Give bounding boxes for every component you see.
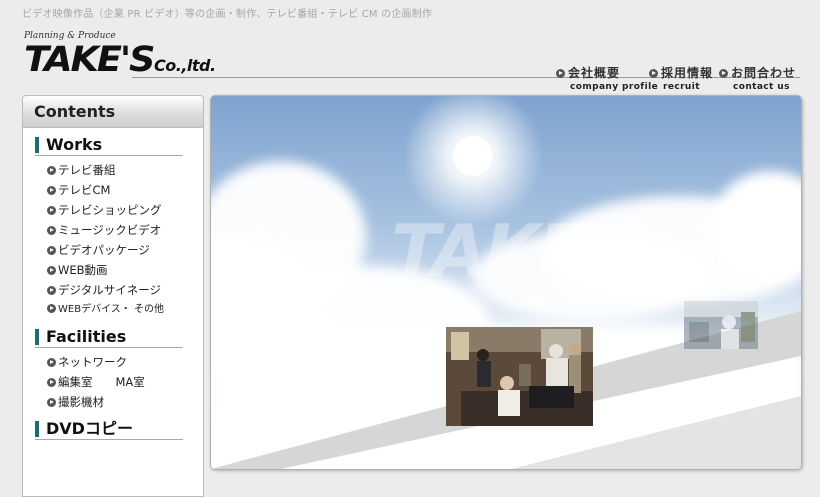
item-label: ミュージックビデオ: [58, 223, 162, 237]
arrow-bullet-icon: [47, 358, 56, 367]
arrow-bullet-icon: [47, 206, 56, 215]
item-label: テレビショッピング: [58, 203, 162, 217]
nav-label-en: recruit: [663, 82, 700, 92]
section-title[interactable]: Facilities: [35, 328, 183, 348]
arrow-bullet-icon: [649, 69, 658, 78]
section-facilities: Facilities ネットワーク 編集室 MA室 撮影機材: [23, 328, 203, 412]
section-works: Works テレビ番組 テレビCM テレビショッピング ミュージックビデオ ビデ…: [23, 136, 203, 320]
sidebar-item-tv-program[interactable]: テレビ番組: [47, 160, 203, 180]
nav-label-en: company profile: [570, 82, 659, 92]
sidebar: Contents Works テレビ番組 テレビCM テレビショッピング ミュー…: [22, 95, 204, 497]
sidebar-item-digital-signage[interactable]: デジタルサイネージ: [47, 280, 203, 300]
top-nav: 会社概要 company profile 採用情報 recruit お問合わせ …: [553, 64, 813, 92]
nav-label-en: contact us: [733, 82, 790, 92]
arrow-bullet-icon: [47, 186, 56, 195]
section-marker: [35, 421, 39, 437]
section-dvd-copy: DVDコピー: [23, 420, 203, 440]
hero-watermark-co: Co.,ltd.: [641, 249, 764, 284]
logo-wordmark: TAKE'S: [24, 40, 155, 80]
arrow-bullet-icon: [47, 246, 56, 255]
section-marker: [35, 137, 39, 153]
item-label: WEB動画: [58, 263, 108, 277]
item-label: ビデオパッケージ: [58, 243, 150, 257]
sidebar-heading: Contents: [23, 96, 203, 128]
sidebar-item-editing-ma-room[interactable]: 編集室 MA室: [47, 372, 203, 392]
nav-recruit[interactable]: 採用情報 recruit: [649, 64, 713, 92]
sidebar-item-network[interactable]: ネットワーク: [47, 352, 203, 372]
item-label: ネットワーク: [58, 355, 127, 369]
section-title[interactable]: DVDコピー: [35, 420, 183, 440]
arrow-bullet-icon: [47, 166, 56, 175]
arrow-bullet-icon: [47, 226, 56, 235]
item-label: テレビ番組: [58, 163, 116, 177]
sidebar-item-filming-equipment[interactable]: 撮影機材: [47, 392, 203, 412]
hero-image: TAKE'S Co.,ltd.: [210, 95, 802, 470]
arrow-bullet-icon: [719, 69, 728, 78]
arrow-bullet-icon: [556, 69, 565, 78]
section-title-text: Works: [46, 135, 103, 154]
section-marker: [35, 329, 39, 345]
sidebar-item-tv-cm[interactable]: テレビCM: [47, 180, 203, 200]
nav-company-profile[interactable]: 会社概要 company profile: [556, 64, 658, 92]
nav-label-jp: 採用情報: [661, 66, 714, 80]
studio-photo: [446, 327, 593, 426]
section-title-text: DVDコピー: [46, 419, 133, 438]
item-label: テレビCM: [58, 183, 111, 197]
equipment-photo: [684, 301, 758, 349]
section-title-text: Facilities: [46, 327, 127, 346]
sidebar-item-web-video[interactable]: WEB動画: [47, 260, 203, 280]
arrow-bullet-icon: [47, 378, 56, 387]
arrow-bullet-icon: [47, 304, 56, 313]
sidebar-item-music-video[interactable]: ミュージックビデオ: [47, 220, 203, 240]
section-title[interactable]: Works: [35, 136, 183, 156]
hero-watermark: TAKE'S: [391, 209, 651, 293]
sun: [453, 136, 493, 176]
sidebar-item-tv-shopping[interactable]: テレビショッピング: [47, 200, 203, 220]
company-logo[interactable]: Planning & Produce TAKE'S Co.,ltd.: [22, 31, 222, 81]
arrow-bullet-icon: [47, 266, 56, 275]
item-label: デジタルサイネージ: [58, 283, 162, 297]
sidebar-item-web-device-other[interactable]: WEBデバイス・ その他: [47, 300, 203, 320]
nav-contact-us[interactable]: お問合わせ contact us: [719, 64, 796, 92]
hero-scene: TAKE'S Co.,ltd.: [211, 96, 801, 469]
arrow-bullet-icon: [47, 398, 56, 407]
tagline: ビデオ映像作品（企業 PR ビデオ）等の企画・制作、テレビ番組・テレビ CM の…: [22, 9, 433, 20]
arrow-bullet-icon: [47, 286, 56, 295]
item-label: WEBデバイス・ その他: [58, 304, 164, 315]
nav-label-jp: お問合わせ: [731, 66, 797, 80]
logo-co-ltd: Co.,ltd.: [154, 56, 216, 75]
item-label: 撮影機材: [58, 395, 104, 409]
item-label: 編集室 MA室: [58, 375, 145, 389]
nav-label-jp: 会社概要: [568, 66, 621, 80]
sidebar-item-video-package[interactable]: ビデオパッケージ: [47, 240, 203, 260]
